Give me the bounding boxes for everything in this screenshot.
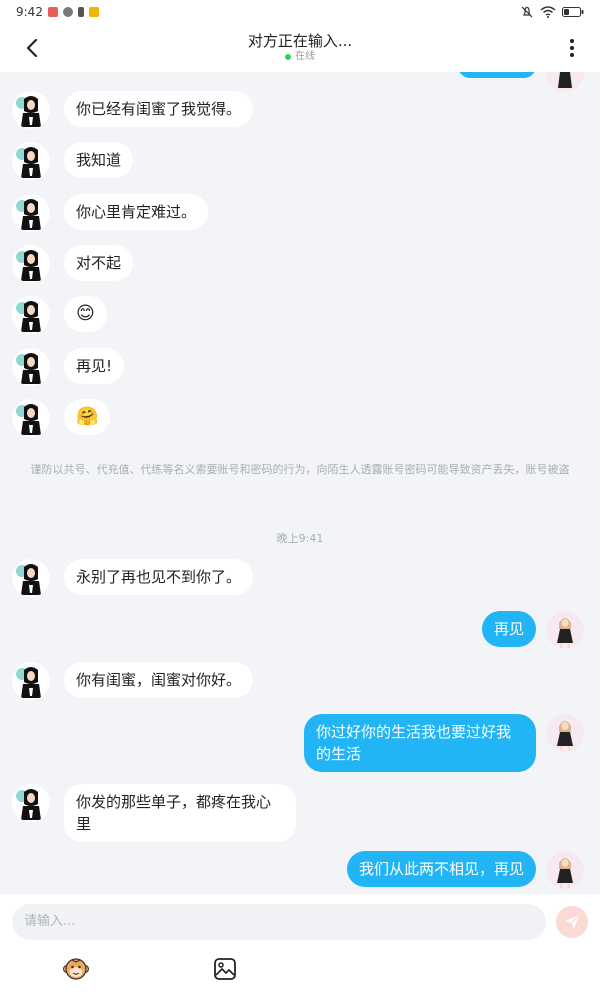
status-bar: 9:42	[0, 0, 600, 24]
avatar-contact[interactable]	[12, 194, 50, 232]
timestamp: 晚上9:41	[276, 532, 324, 545]
message-bubble-sent[interactable]: 再见	[481, 611, 536, 647]
girl-avatar-icon	[546, 72, 584, 92]
mute-icon	[521, 6, 533, 18]
avatar-me[interactable]	[546, 851, 584, 889]
message-bubble[interactable]: 对不起	[64, 245, 134, 281]
chat-title: 对方正在输入...	[247, 32, 353, 50]
contact-avatar-icon	[12, 559, 50, 597]
chevron-left-icon	[26, 38, 38, 58]
download-notification-icon	[77, 7, 84, 17]
contact-avatar-icon	[12, 662, 50, 700]
avatar-contact[interactable]	[12, 142, 50, 180]
message-bubble[interactable]: 你已经有闺蜜了我觉得。	[64, 91, 254, 127]
contact-avatar-icon	[12, 348, 50, 386]
girl-avatar-icon	[546, 611, 584, 649]
online-status: 在线	[248, 50, 352, 64]
back-button[interactable]	[18, 34, 46, 62]
monkey-face-icon	[63, 958, 89, 980]
avatar-me[interactable]	[546, 714, 584, 752]
battery-icon	[562, 7, 584, 17]
message-input[interactable]: 请输入...	[12, 904, 546, 940]
send-button[interactable]	[556, 906, 588, 938]
contact-avatar-icon	[12, 142, 50, 180]
more-vertical-icon	[570, 39, 574, 57]
avatar-contact[interactable]	[12, 91, 50, 129]
more-options-button[interactable]	[558, 34, 586, 62]
contact-avatar-icon	[12, 399, 50, 437]
chat-title-block: 对方正在输入... 在线	[248, 32, 352, 64]
chat-header: 对方正在输入... 在线	[0, 24, 600, 72]
girl-avatar-icon	[546, 714, 584, 752]
online-status-label: 在线	[295, 51, 315, 62]
contact-avatar-icon	[12, 194, 50, 232]
message-bubble-sent[interactable]: 我们从此两不相见，再见	[346, 851, 536, 887]
avatar-me[interactable]	[546, 611, 584, 649]
message-bubble[interactable]: 你发的那些单子，都疼在我心里	[64, 784, 296, 842]
emoji-message-smile[interactable]: 😊	[64, 296, 107, 332]
message-bubble[interactable]: 永别了再也见不到你了。	[64, 559, 254, 595]
message-bubble[interactable]: 我知道	[64, 142, 134, 178]
avatar-me[interactable]	[546, 72, 584, 92]
emoji-message-hug[interactable]: 🤗	[64, 399, 111, 435]
message-bubble-partial	[458, 72, 536, 78]
status-time: 9:42	[16, 5, 43, 19]
contact-avatar-icon	[12, 784, 50, 822]
contact-avatar-icon	[12, 245, 50, 283]
contact-avatar-icon	[12, 296, 50, 334]
avatar-contact[interactable]	[12, 245, 50, 283]
avatar-contact[interactable]	[12, 399, 50, 437]
girl-avatar-icon	[546, 851, 584, 889]
avatar-contact[interactable]	[12, 784, 50, 822]
wechat-notification-icon	[62, 7, 73, 17]
security-notice: 谨防以共号、代充值、代练等名义索要账号和密码的行为，向陌生人透露账号密码可能导致…	[30, 463, 570, 476]
message-list[interactable]: 你已经有闺蜜了我觉得。 我知道 你心里肯定难过。 对不起 😊 再见! 🤗 谨防以…	[0, 72, 600, 894]
avatar-contact[interactable]	[12, 348, 50, 386]
paper-plane-icon	[565, 914, 580, 929]
composer: 请输入...	[0, 894, 600, 1000]
message-bubble[interactable]: 再见!	[64, 348, 125, 384]
wifi-icon	[540, 6, 556, 18]
message-bubble[interactable]: 你有闺蜜，闺蜜对你好。	[64, 662, 254, 698]
image-button[interactable]	[212, 956, 238, 982]
calendar-notification-icon	[47, 7, 58, 17]
message-bubble-sent[interactable]: 你过好你的生活我也要过好我的生活	[304, 714, 536, 772]
avatar-contact[interactable]	[12, 296, 50, 334]
avatar-contact[interactable]	[12, 559, 50, 597]
sticker-button[interactable]	[63, 956, 89, 982]
avatar-contact[interactable]	[12, 662, 50, 700]
app-notification-icon	[88, 7, 99, 17]
message-bubble[interactable]: 你心里肯定难过。	[64, 194, 209, 230]
image-icon	[214, 958, 236, 980]
online-dot	[285, 54, 291, 60]
contact-avatar-icon	[12, 91, 50, 129]
